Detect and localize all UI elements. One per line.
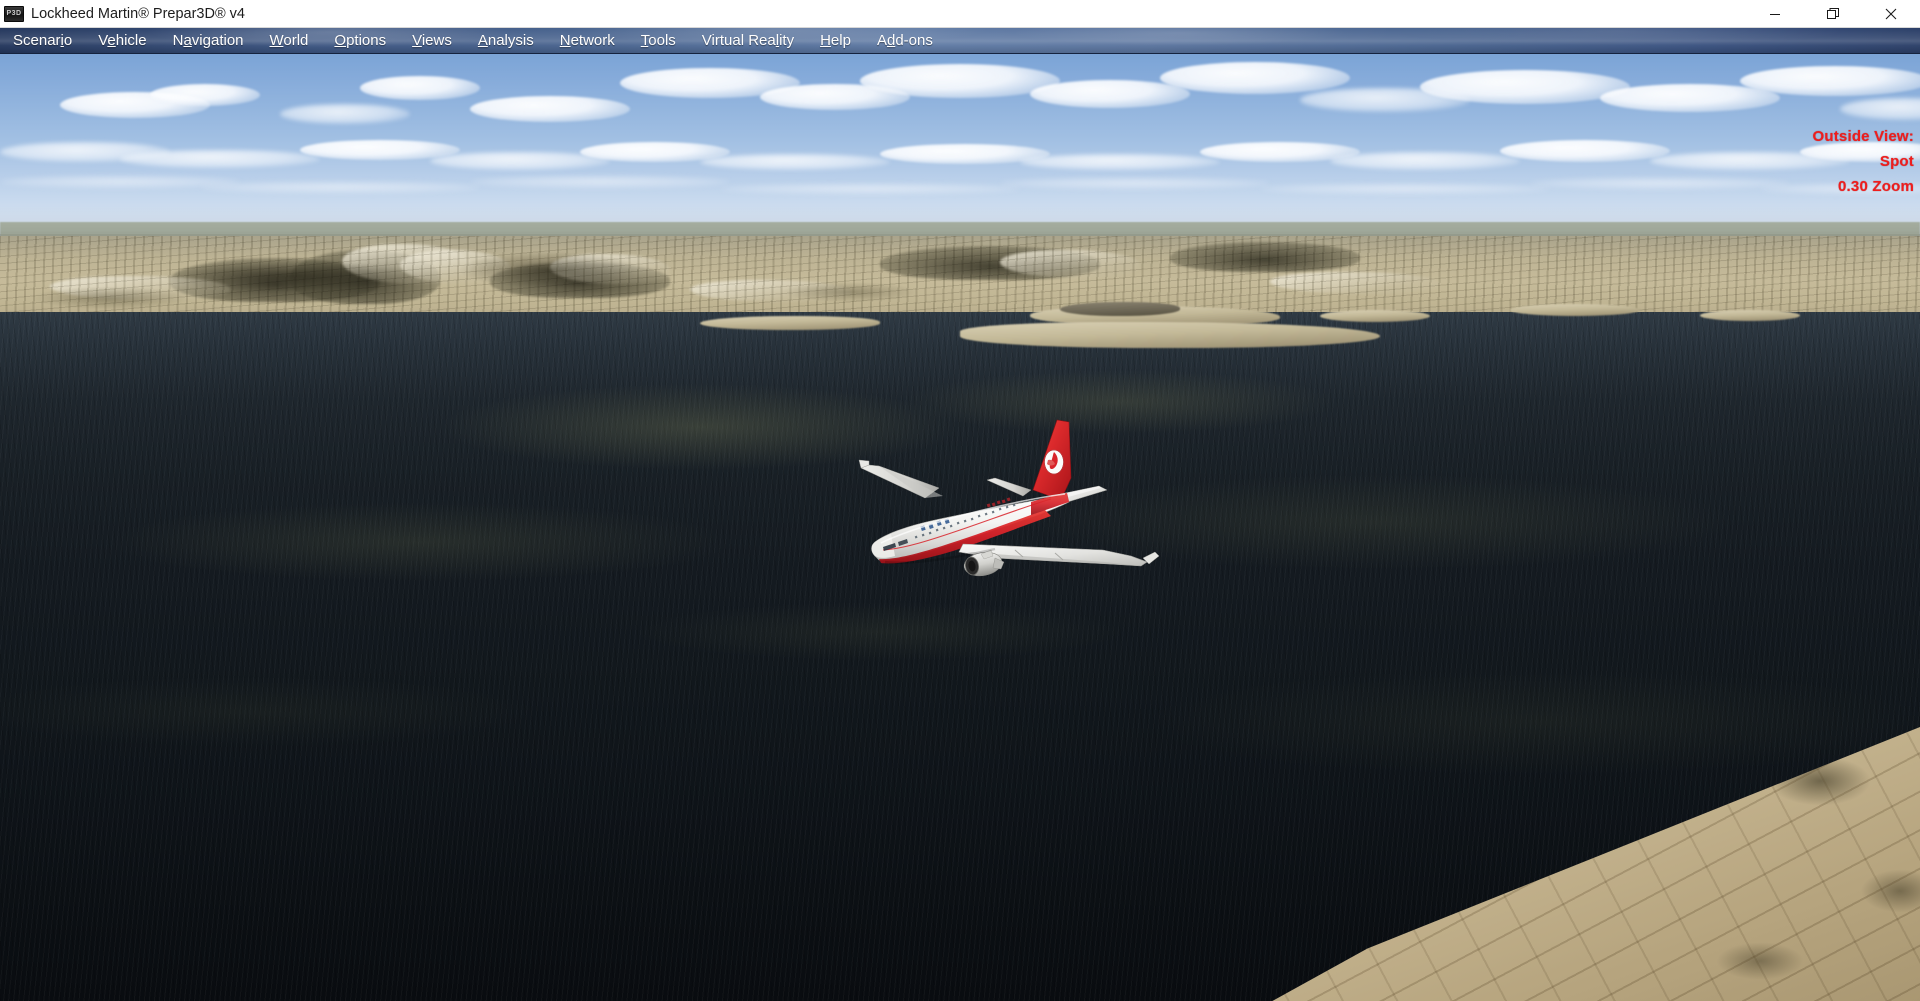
close-icon <box>1885 8 1897 19</box>
app-icon: P3D <box>4 5 24 22</box>
menu-item-world[interactable]: World <box>257 28 322 53</box>
menu-item-views[interactable]: Views <box>399 28 465 53</box>
menu-item-virtual-reality[interactable]: Virtual Reality <box>689 28 807 53</box>
menu-item-add-ons[interactable]: Add-ons <box>864 28 946 53</box>
prepar3d-window: P3D Lockheed Martin® Prepar3D® v4 Scenar… <box>0 0 1920 1001</box>
menu-item-help[interactable]: Help <box>807 28 864 53</box>
menu-item-navigation[interactable]: Navigation <box>160 28 257 53</box>
restore-button[interactable] <box>1804 0 1862 28</box>
menu-item-analysis[interactable]: Analysis <box>465 28 547 53</box>
close-button[interactable] <box>1862 0 1920 28</box>
menu-item-tools[interactable]: Tools <box>628 28 689 53</box>
minimize-button[interactable] <box>1746 0 1804 28</box>
sky <box>0 54 1920 246</box>
app-icon-label: P3D <box>6 10 22 17</box>
menu-item-scenario[interactable]: Scenario <box>0 28 85 53</box>
window-title: Lockheed Martin® Prepar3D® v4 <box>31 5 245 22</box>
restore-icon <box>1827 7 1839 19</box>
menu-bar: Scenario Vehicle Navigation World Option… <box>0 28 1920 54</box>
title-bar[interactable]: P3D Lockheed Martin® Prepar3D® v4 <box>0 0 1920 28</box>
menu-item-options[interactable]: Options <box>321 28 399 53</box>
minimize-icon <box>1770 13 1780 15</box>
menu-item-network[interactable]: Network <box>547 28 628 53</box>
simulation-viewport[interactable]: Outside View: Spot 0.30 Zoom <box>0 54 1920 1001</box>
water-surface <box>0 312 1920 1001</box>
menu-item-vehicle[interactable]: Vehicle <box>85 28 159 53</box>
window-controls <box>1746 0 1920 28</box>
